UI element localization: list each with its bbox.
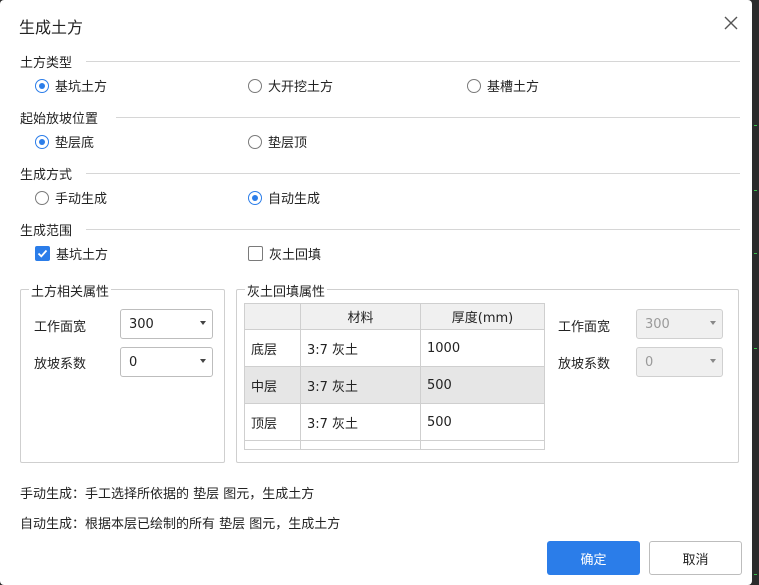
chevron-down-icon: [710, 321, 716, 325]
radio-manual-generate[interactable]: 手动生成: [35, 188, 107, 207]
background-mark: [754, 190, 757, 191]
radio-dot: [467, 78, 481, 93]
radio-label: 垫层顶: [268, 136, 308, 151]
material-cell[interactable]: 3:7 灰土: [300, 366, 421, 404]
generate-scope-label: 生成范围: [20, 224, 73, 239]
empty-cell: [244, 440, 301, 450]
chevron-down-icon: [710, 359, 716, 363]
checkbox-pit-earthwork[interactable]: 基坑土方: [35, 244, 108, 263]
radio-cushion-top[interactable]: 垫层顶: [248, 132, 307, 151]
radio-dot: [248, 78, 262, 93]
generate-earthwork-dialog: 生成土方 土方类型 基坑土方 大开挖土方 基槽土方 起始放坡位置 垫层底 垫层顶…: [0, 0, 752, 585]
work-width-select[interactable]: 300: [120, 309, 213, 339]
table-header: 材料: [300, 303, 421, 330]
thickness-cell[interactable]: 500: [420, 403, 545, 441]
radio-dot: [248, 190, 262, 205]
thickness-cell[interactable]: 500: [420, 366, 545, 404]
section-divider: [116, 117, 740, 118]
background-strip: [752, 0, 759, 585]
checkbox-box: [35, 246, 50, 261]
thickness-cell[interactable]: 1000: [420, 329, 545, 367]
background-mark: [754, 574, 757, 575]
radio-dot: [35, 134, 49, 149]
cancel-button[interactable]: 取消: [649, 541, 742, 575]
radio-large-excavation[interactable]: 大开挖土方: [248, 76, 333, 95]
slope-coef-select[interactable]: 0: [120, 347, 213, 377]
radio-pit-earthwork[interactable]: 基坑土方: [35, 76, 107, 95]
empty-cell: [420, 440, 545, 450]
manual-generate-note: 手动生成：手工选择所依据的 垫层 图元，生成土方: [20, 487, 315, 502]
radio-label: 手动生成: [55, 192, 108, 207]
section-divider: [86, 229, 740, 230]
close-icon[interactable]: [722, 14, 740, 32]
checkbox-box: [248, 246, 263, 261]
radio-label: 垫层底: [55, 136, 95, 151]
group-legend: 土方相关属性: [29, 281, 112, 300]
select-value: 300: [645, 316, 670, 332]
chevron-down-icon: [200, 359, 206, 363]
checkbox-label: 灰土回填: [269, 248, 322, 263]
section-divider: [86, 173, 740, 174]
layer-name-cell: 顶层: [244, 403, 301, 441]
select-value: 300: [129, 316, 154, 332]
backfill-work-width-label: 工作面宽: [558, 320, 611, 335]
backfill-slope-coef-label: 放坡系数: [558, 357, 611, 372]
slope-coef-label: 放坡系数: [34, 357, 87, 372]
generate-mode-label: 生成方式: [20, 168, 73, 183]
group-legend: 灰土回填属性: [245, 281, 328, 300]
radio-dot: [248, 134, 262, 149]
radio-trench-earthwork[interactable]: 基槽土方: [467, 76, 539, 95]
material-cell[interactable]: 3:7 灰土: [300, 403, 421, 441]
backfill-work-width-select: 300: [636, 309, 723, 339]
table-header-row: 材料 厚度(mm): [244, 303, 545, 330]
chevron-down-icon: [200, 321, 206, 325]
layer-table: 材料 厚度(mm) 底层 3:7 灰土 1000 中层 3:7 灰土 500 顶…: [244, 303, 545, 450]
radio-dot: [35, 190, 49, 205]
background-mark: [754, 253, 757, 254]
table-empty-row: [244, 440, 545, 450]
radio-label: 大开挖土方: [268, 80, 334, 95]
section-divider: [86, 61, 740, 62]
radio-cushion-bottom[interactable]: 垫层底: [35, 132, 94, 151]
table-row[interactable]: 顶层 3:7 灰土 500: [244, 403, 545, 441]
backfill-slope-coef-select: 0: [636, 347, 723, 377]
material-cell[interactable]: 3:7 灰土: [300, 329, 421, 367]
checkbox-lime-backfill[interactable]: 灰土回填: [248, 244, 321, 263]
background-mark: [754, 125, 757, 126]
select-value: 0: [129, 354, 138, 370]
radio-dot: [35, 78, 49, 93]
radio-label: 自动生成: [268, 192, 321, 207]
radio-label: 基坑土方: [55, 80, 108, 95]
slope-start-label: 起始放坡位置: [20, 112, 99, 127]
work-width-label: 工作面宽: [34, 320, 87, 335]
select-value: 0: [645, 354, 654, 370]
radio-label: 基槽土方: [487, 80, 540, 95]
table-header: [244, 303, 301, 330]
dialog-title: 生成土方: [19, 18, 84, 37]
table-row[interactable]: 中层 3:7 灰土 500: [244, 366, 545, 404]
checkbox-label: 基坑土方: [56, 248, 109, 263]
earthwork-type-label: 土方类型: [20, 56, 73, 71]
table-header: 厚度(mm): [420, 303, 545, 330]
empty-cell: [300, 440, 421, 450]
background-mark: [754, 348, 757, 349]
radio-auto-generate[interactable]: 自动生成: [248, 188, 320, 207]
layer-name-cell: 中层: [244, 366, 301, 404]
table-row[interactable]: 底层 3:7 灰土 1000: [244, 329, 545, 367]
ok-button[interactable]: 确定: [547, 541, 640, 575]
auto-generate-note: 自动生成：根据本层已绘制的所有 垫层 图元，生成土方: [20, 517, 341, 532]
layer-name-cell: 底层: [244, 329, 301, 367]
